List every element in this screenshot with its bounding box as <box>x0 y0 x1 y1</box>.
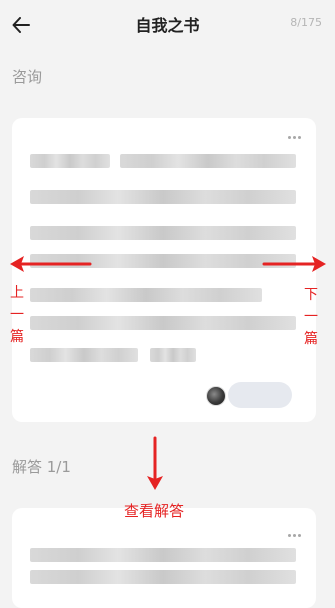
more-options-button[interactable] <box>288 134 302 140</box>
blurred-text-line <box>30 154 110 168</box>
blurred-text-line <box>120 154 296 168</box>
blurred-text-line <box>30 348 138 362</box>
more-options-button[interactable] <box>288 532 302 538</box>
blurred-text-line <box>30 226 296 240</box>
prev-article-annotation: 上 一 篇 <box>10 285 24 345</box>
page-title: 自我之书 <box>135 16 200 35</box>
answer-card[interactable] <box>12 508 316 608</box>
page-counter: 8/175 <box>290 16 322 29</box>
more-dots-icon <box>288 534 291 537</box>
top-nav-bar: 自我之书 8/175 <box>0 0 335 48</box>
next-article-annotation: 下 一 篇 <box>304 287 318 347</box>
next-arrow-annotation <box>262 256 326 272</box>
down-arrow-annotation <box>147 436 163 490</box>
blurred-text-line <box>30 570 296 584</box>
blurred-text-line <box>30 316 296 330</box>
blurred-text-line <box>150 348 196 362</box>
blurred-text-line <box>30 190 296 204</box>
author-name-blurred[interactable] <box>228 382 292 408</box>
prev-arrow-annotation <box>10 256 92 272</box>
consult-section-label: 咨询 <box>12 68 43 86</box>
blurred-text-line <box>30 288 262 302</box>
answer-section-label: 解答 1/1 <box>12 458 71 476</box>
blurred-text-line <box>30 548 296 562</box>
view-answer-annotation: 查看解答 <box>124 502 185 520</box>
author-avatar[interactable] <box>206 386 226 406</box>
more-dots-icon <box>288 136 291 139</box>
